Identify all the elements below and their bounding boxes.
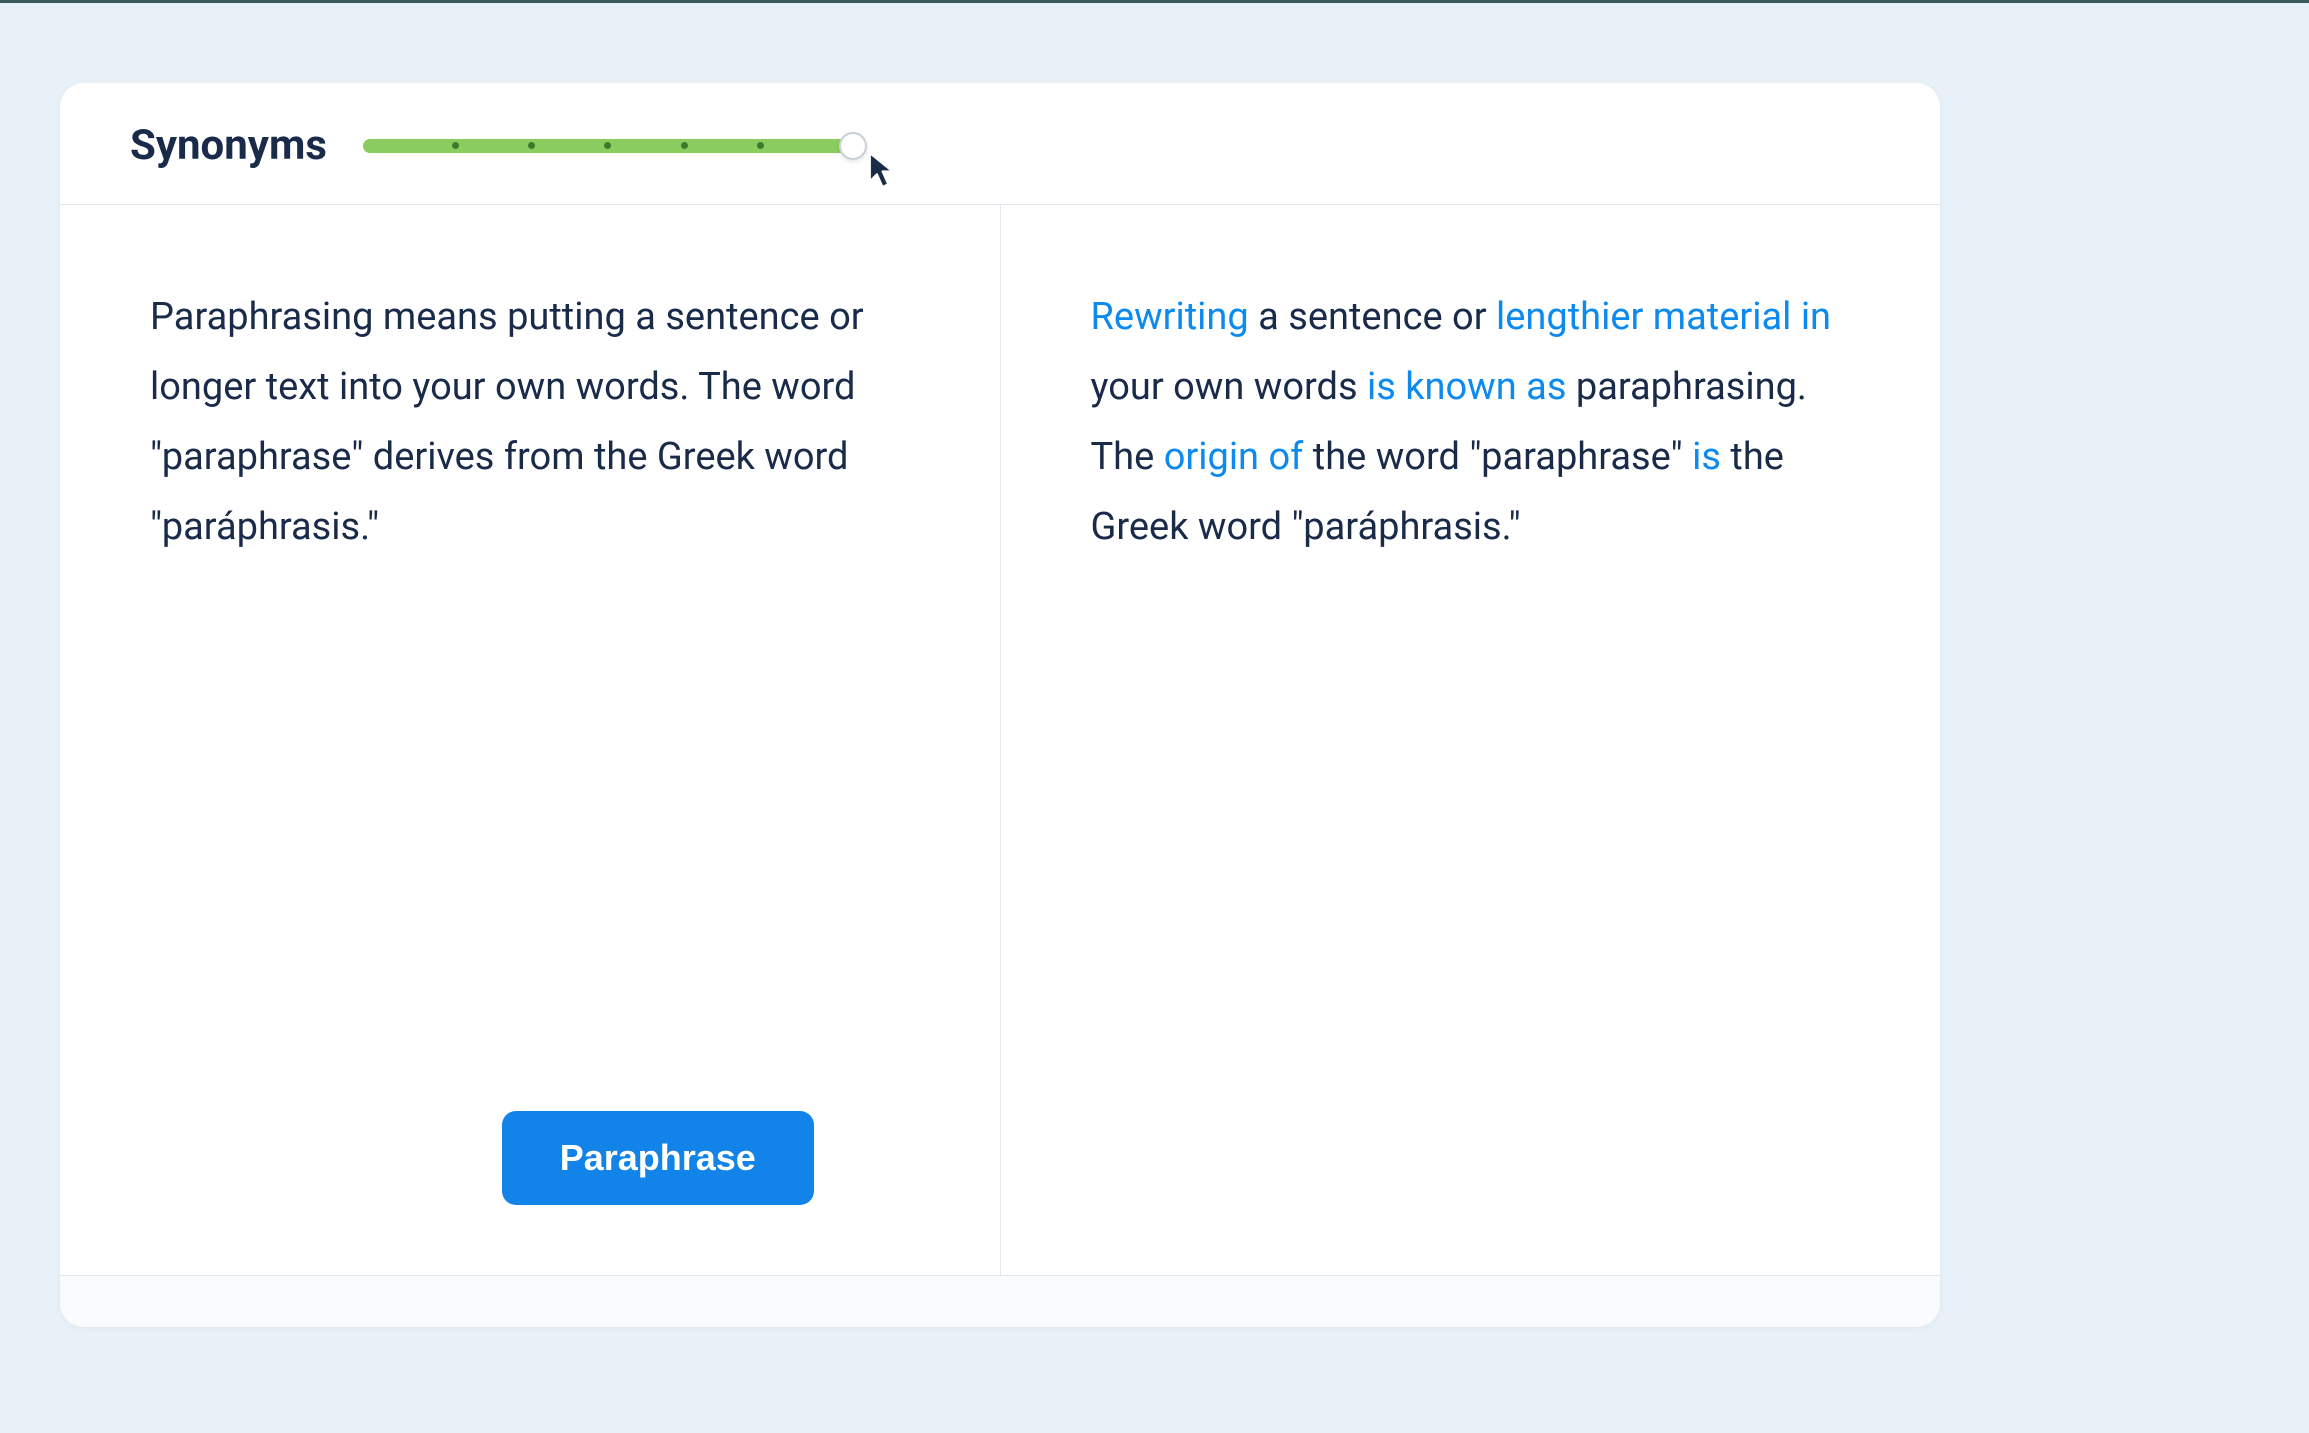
slider-thumb[interactable] — [839, 132, 867, 160]
slider-stop — [452, 142, 459, 149]
changed-word[interactable]: origin of — [1164, 435, 1304, 479]
output-text[interactable]: Rewriting a sentence or lengthier materi… — [1091, 283, 1867, 563]
input-panel: Paraphrasing means putting a sentence or… — [60, 205, 1000, 1275]
changed-word[interactable]: Rewriting — [1091, 295, 1249, 339]
cursor-pointer-icon — [867, 150, 901, 194]
unchanged-text: a sentence or — [1249, 295, 1496, 339]
slider-stop — [757, 142, 764, 149]
slider-stop — [604, 142, 611, 149]
slider-stop — [528, 142, 535, 149]
changed-word[interactable]: is known as — [1367, 365, 1566, 409]
content-area: Paraphrasing means putting a sentence or… — [60, 205, 1940, 1275]
card-header: Synonyms — [60, 83, 1940, 204]
paraphraser-card: Synonyms Paraphrasing means putting a — [60, 83, 1940, 1327]
slider-stop — [681, 142, 688, 149]
paraphrase-button[interactable]: Paraphrase — [502, 1111, 814, 1205]
synonyms-title: Synonyms — [130, 121, 327, 170]
changed-word[interactable]: is — [1692, 435, 1721, 479]
bottom-toolbar — [60, 1275, 1940, 1327]
unchanged-text: the word "paraphrase" — [1303, 435, 1692, 479]
input-text[interactable]: Paraphrasing means putting a sentence or… — [150, 283, 926, 1111]
slider-stops — [363, 142, 853, 149]
changed-word[interactable]: lengthier material in — [1496, 295, 1831, 339]
synonyms-slider[interactable] — [363, 136, 853, 156]
output-panel: Rewriting a sentence or lengthier materi… — [1000, 205, 1941, 1275]
unchanged-text: your own words — [1091, 365, 1367, 409]
